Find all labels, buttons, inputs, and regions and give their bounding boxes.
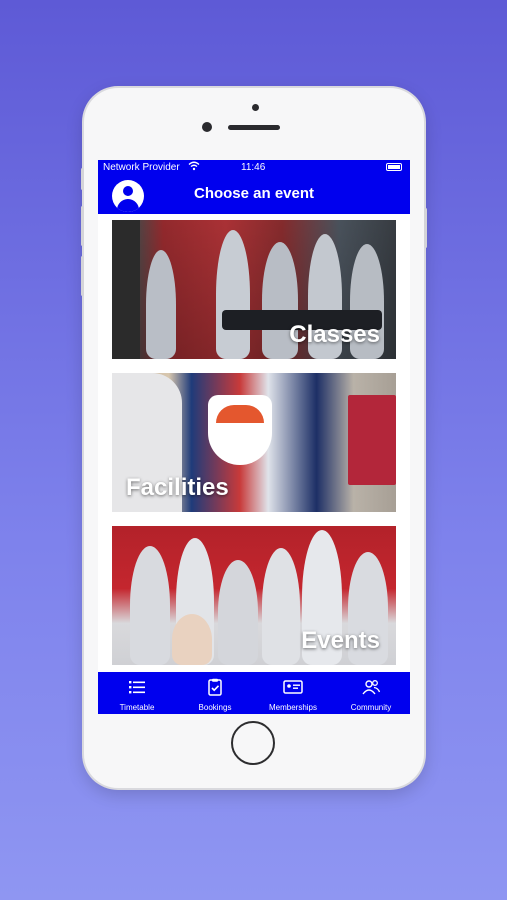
clock: 11:46 [241,162,266,173]
facilities-label: Facilities [126,474,229,501]
people-icon [361,678,381,696]
classes-label: Classes [289,321,380,348]
classes-card[interactable]: Classes [112,220,396,359]
carrier-label: Network Provider [103,162,180,173]
tab-label: Community [350,703,392,712]
earpiece-speaker [228,125,280,130]
bottom-tab-bar: Timetable Bookings Memberships Community [98,672,410,714]
tab-label: Memberships [268,703,317,712]
power-button [424,208,427,248]
front-camera [202,122,212,132]
tab-label: Bookings [198,703,232,712]
wifi-icon [188,161,200,174]
tab-memberships[interactable]: Memberships [254,672,332,714]
top-bar: Network Provider 11:46 Choose an event [98,160,410,214]
facilities-card[interactable]: Facilities [112,373,396,512]
page-title: Choose an event [193,185,315,202]
status-bar: Network Provider 11:46 [98,160,410,176]
list-icon [127,678,147,696]
member-card-icon [283,678,303,696]
volume-down-button [81,256,84,296]
tab-label: Timetable [119,703,155,712]
battery-icon [386,163,402,171]
events-label: Events [301,627,380,654]
home-button[interactable] [231,721,275,765]
tab-bookings[interactable]: Bookings [176,672,254,714]
tab-community[interactable]: Community [332,672,410,714]
sensor [252,104,259,111]
clipboard-check-icon [205,678,225,696]
app-screen: Network Provider 11:46 Choose an event C… [98,160,410,714]
volume-up-button [81,206,84,246]
tab-timetable[interactable]: Timetable [98,672,176,714]
events-card[interactable]: Events [112,526,396,665]
phone-frame: Network Provider 11:46 Choose an event C… [81,88,427,788]
mute-switch [81,168,84,190]
